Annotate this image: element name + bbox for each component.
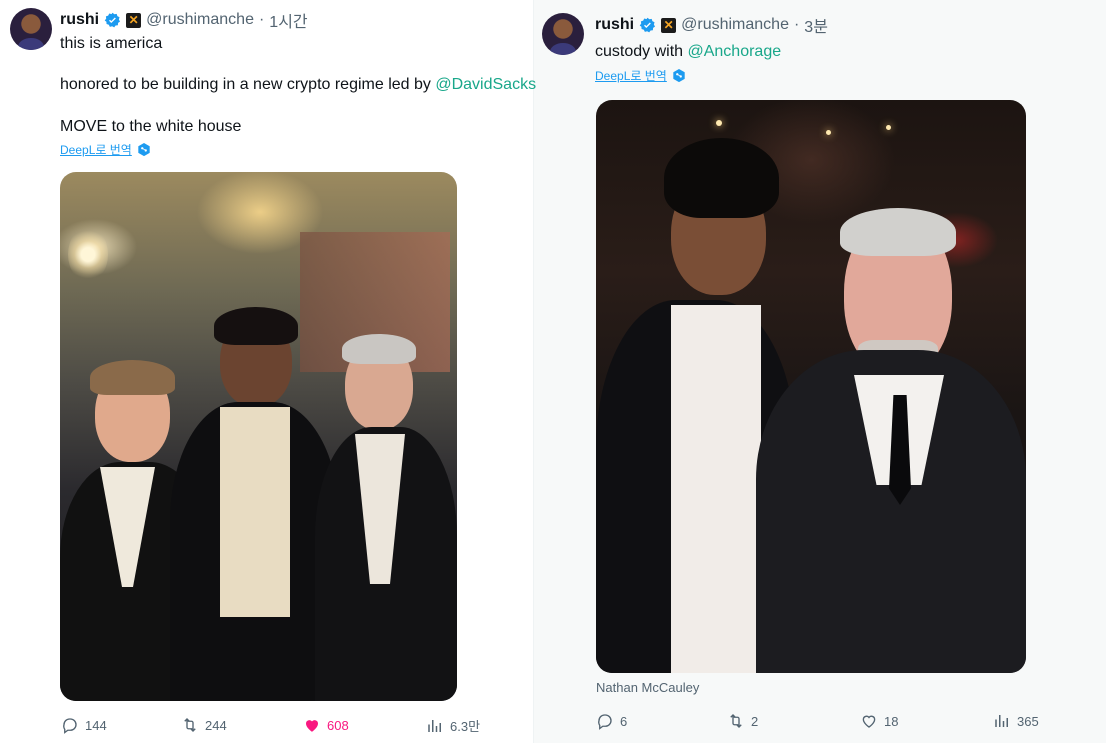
verified-badge-icon xyxy=(639,17,656,32)
views-icon xyxy=(995,715,1008,727)
photo-tag[interactable]: Nathan McCauley xyxy=(596,680,699,695)
retweet-count: 244 xyxy=(205,717,227,733)
views-count: 365 xyxy=(1017,713,1039,729)
translate-link[interactable]: DeepL로 번역 xyxy=(60,141,151,158)
timestamp[interactable]: 1시간 xyxy=(269,8,307,32)
tweet-text: honored to be building in a new crypto r… xyxy=(60,76,436,93)
like-count: 608 xyxy=(327,717,349,733)
author-handle[interactable]: @rushimanche xyxy=(681,16,789,34)
retweet-button[interactable]: 244 xyxy=(181,716,227,734)
tweet-text-line: this is america xyxy=(60,35,163,52)
mention-link[interactable]: @DavidSacks xyxy=(435,76,536,93)
author-name[interactable]: rushi xyxy=(595,16,634,34)
ceiling-light xyxy=(716,120,722,126)
shirt xyxy=(220,407,290,617)
person-hair xyxy=(90,360,175,395)
reply-icon xyxy=(598,714,612,730)
timestamp[interactable]: 3분 xyxy=(804,13,828,37)
views-count: 6.3만 xyxy=(450,719,481,734)
avatar[interactable] xyxy=(542,13,584,55)
retweet-button[interactable]: 2 xyxy=(727,712,758,730)
verified-badge-icon xyxy=(104,12,121,27)
retweet-icon xyxy=(184,718,196,732)
author-name[interactable]: rushi xyxy=(60,11,99,29)
separator: · xyxy=(793,16,800,33)
like-icon xyxy=(306,720,318,732)
retweet-count: 2 xyxy=(751,713,759,729)
deepl-icon xyxy=(673,68,685,82)
reply-button[interactable]: 6 xyxy=(596,712,627,730)
author-handle[interactable]: @rushimanche xyxy=(146,11,254,29)
mention-link[interactable]: @Anchorage xyxy=(687,43,781,60)
avatar[interactable] xyxy=(10,8,52,50)
shirt xyxy=(671,305,761,673)
ceiling-light xyxy=(886,125,891,130)
move-badge-icon: ✕ xyxy=(661,17,677,33)
person-hair xyxy=(664,138,779,218)
tweet-text-line: custody with @Anchorage xyxy=(595,42,781,62)
reply-count: 144 xyxy=(85,717,107,733)
translate-label: DeepL로 번역 xyxy=(60,143,132,157)
person-hair xyxy=(342,334,416,364)
tweet-text-line: honored to be building in a new crypto r… xyxy=(60,75,536,95)
tweet-header: rushi ✕ @rushimanche · 1시간 xyxy=(60,8,308,32)
move-badge-icon: ✕ xyxy=(126,12,142,28)
like-count: 18 xyxy=(884,713,899,729)
views-button[interactable]: 6.3만 xyxy=(426,716,480,735)
tweet-header: rushi ✕ @rushimanche · 3분 xyxy=(595,13,828,37)
views-icon xyxy=(428,719,441,732)
chandelier xyxy=(68,227,108,282)
translate-link[interactable]: DeepL로 번역 xyxy=(595,67,686,84)
tweet-text: custody with xyxy=(595,43,688,60)
tweet-photo[interactable] xyxy=(60,172,457,701)
views-button[interactable]: 365 xyxy=(993,712,1039,730)
separator: · xyxy=(258,11,265,28)
ceiling-light xyxy=(826,130,831,135)
reply-icon xyxy=(63,718,77,734)
reply-button[interactable]: 144 xyxy=(61,716,107,734)
tweet-photo[interactable] xyxy=(596,100,1026,673)
person-hair xyxy=(840,208,956,256)
reply-count: 6 xyxy=(620,713,628,729)
panel-divider xyxy=(533,0,534,743)
like-button[interactable]: 18 xyxy=(860,712,898,730)
translate-label: DeepL로 번역 xyxy=(595,69,667,83)
deepl-icon xyxy=(138,142,150,156)
person-hair xyxy=(214,307,298,345)
like-icon xyxy=(862,715,876,728)
like-button[interactable]: 608 xyxy=(303,716,349,734)
retweet-icon xyxy=(730,714,742,728)
tweet-text-line: MOVE to the white house xyxy=(60,118,242,135)
